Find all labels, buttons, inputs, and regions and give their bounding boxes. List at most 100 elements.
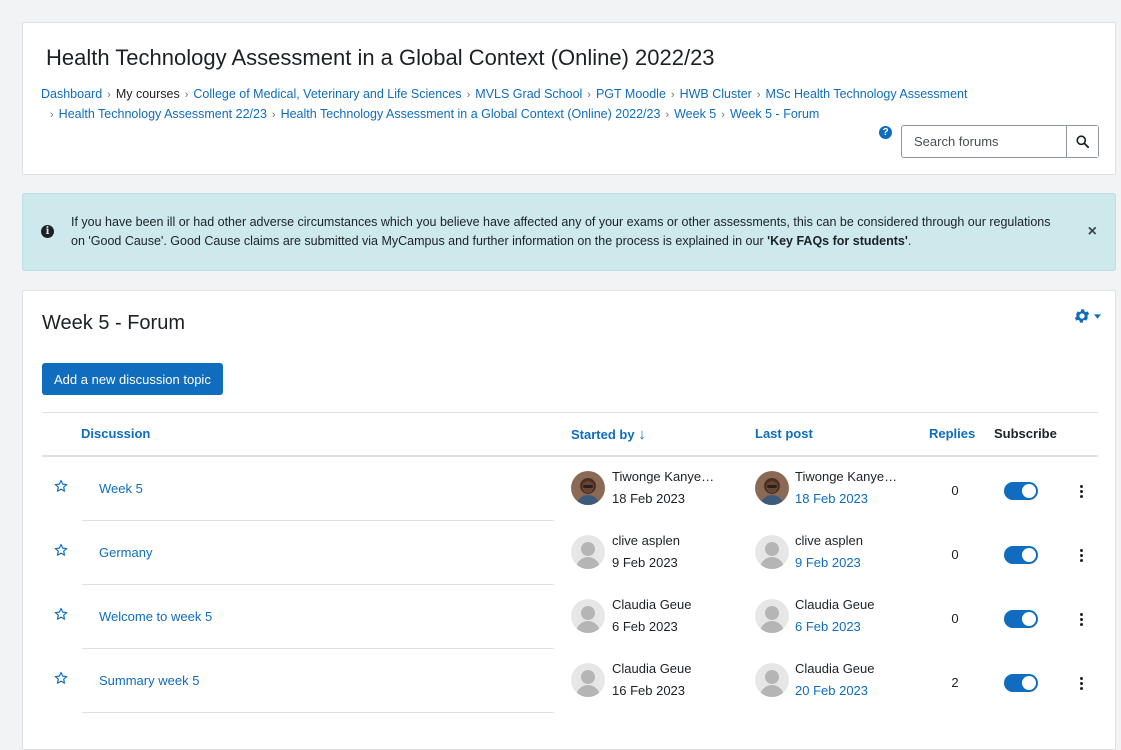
page-header: Health Technology Assessment in a Global… (22, 22, 1116, 175)
breadcrumb-separator: › (466, 89, 471, 101)
discussion-row: Week 5 Tiwonge Kanye… 18 Feb 2023 Tiwonge K… (42, 457, 1098, 521)
breadcrumb-item: My courses (115, 87, 180, 101)
breadcrumb-item[interactable]: Week 5 - Forum (730, 107, 819, 121)
column-subscribe: Subscribe (994, 426, 1057, 441)
row-divider (82, 712, 554, 713)
subscribe-toggle[interactable] (1004, 482, 1038, 500)
help-icon[interactable]: ? (879, 126, 892, 139)
caret-down-icon (1094, 313, 1101, 319)
subscribe-toggle[interactable] (1004, 610, 1038, 628)
breadcrumb-item[interactable]: MSc Health Technology Assessment (766, 87, 968, 101)
discussion-link[interactable]: Week 5 (99, 481, 143, 496)
toggle-knob (1022, 612, 1036, 626)
star-icon[interactable] (54, 543, 68, 560)
avatar[interactable] (571, 663, 605, 697)
breadcrumb-separator: › (665, 109, 670, 121)
column-last-post[interactable]: Last post (755, 426, 813, 441)
replies-count: 0 (951, 611, 959, 626)
breadcrumb-item[interactable]: Week 5 (674, 107, 716, 121)
started-by-name: Claudia Geue (612, 661, 692, 676)
replies-count: 0 (951, 547, 959, 562)
search-forums (901, 125, 1099, 158)
breadcrumb: Dashboard › My courses › College of Medical,… (41, 85, 1101, 125)
more-actions-icon[interactable] (1076, 609, 1086, 629)
gear-icon (1074, 309, 1090, 323)
breadcrumb-separator: › (184, 89, 189, 101)
key-faqs-link[interactable]: 'Key FAQs for students' (767, 234, 908, 248)
started-date: 9 Feb 2023 (612, 555, 678, 570)
started-date: 18 Feb 2023 (612, 491, 686, 506)
search-button[interactable] (1066, 126, 1098, 157)
started-date: 16 Feb 2023 (612, 683, 686, 698)
breadcrumb-item[interactable]: Dashboard (41, 87, 102, 101)
more-actions-icon[interactable] (1076, 673, 1086, 693)
divider (42, 412, 1098, 413)
discussion-row: Germany clive asplen 9 Feb 2023 clive asple… (42, 521, 1098, 585)
breadcrumb-line: Dashboard › My courses › College of Medical,… (41, 85, 1101, 105)
breadcrumb-item[interactable]: Health Technology Assessment 22/23 (59, 107, 267, 121)
forum-title: Week 5 - Forum (42, 312, 185, 334)
discussion-row: Summary week 5 Claudia Geue 16 Feb 2023 Cla… (42, 649, 1098, 713)
avatar[interactable] (571, 471, 605, 505)
subscribe-toggle[interactable] (1004, 546, 1038, 564)
more-actions-icon[interactable] (1076, 545, 1086, 565)
sort-descending-icon: ↓ (638, 426, 646, 443)
more-actions-icon[interactable] (1076, 481, 1086, 501)
breadcrumb-separator: › (756, 89, 761, 101)
search-input[interactable] (902, 126, 1066, 157)
forum-actions-menu[interactable] (1073, 307, 1101, 325)
search-icon (1076, 135, 1089, 148)
discussion-link[interactable]: Summary week 5 (99, 673, 199, 688)
last-post-date-link[interactable]: 20 Feb 2023 (795, 683, 868, 698)
subscribe-toggle[interactable] (1004, 674, 1038, 692)
star-icon[interactable] (54, 479, 68, 496)
avatar[interactable] (755, 663, 789, 697)
discussion-link[interactable]: Germany (99, 545, 152, 560)
last-post-date-link[interactable]: 18 Feb 2023 (795, 491, 868, 506)
last-post-author: Claudia Geue (795, 661, 875, 676)
discussion-link[interactable]: Welcome to week 5 (99, 609, 212, 624)
started-by-name: Claudia Geue (612, 597, 692, 612)
last-post-author: Claudia Geue (795, 597, 875, 612)
breadcrumb-item[interactable]: MVLS Grad School (475, 87, 582, 101)
breadcrumb-item[interactable]: College of Medical, Veterinary and Life … (193, 87, 461, 101)
breadcrumb-separator: › (670, 89, 675, 101)
close-alert-button[interactable]: × (1088, 223, 1097, 241)
toggle-knob (1022, 548, 1036, 562)
alert-text-end: . (907, 234, 912, 248)
last-post-author: clive asplen (795, 533, 863, 548)
star-icon[interactable] (54, 607, 68, 624)
column-discussion[interactable]: Discussion (81, 426, 150, 441)
column-replies[interactable]: Replies (929, 426, 975, 441)
info-icon: i (41, 225, 54, 238)
last-post-date-link[interactable]: 9 Feb 2023 (795, 555, 861, 570)
breadcrumb-separator: › (271, 109, 276, 121)
avatar[interactable] (571, 535, 605, 569)
toggle-knob (1022, 676, 1036, 690)
started-date: 6 Feb 2023 (612, 619, 678, 634)
breadcrumb-line: › Health Technology Assessment 22/23 › Heal… (41, 105, 1101, 125)
avatar[interactable] (755, 599, 789, 633)
good-cause-alert: i If you have been ill or had other adve… (22, 193, 1116, 271)
toggle-knob (1022, 484, 1036, 498)
breadcrumb-separator: › (107, 89, 111, 101)
replies-count: 0 (951, 483, 959, 498)
breadcrumb-item[interactable]: Health Technology Assessment in a Global… (281, 107, 661, 121)
last-post-date-link[interactable]: 6 Feb 2023 (795, 619, 861, 634)
column-started-by[interactable]: Started by ↓ (571, 426, 646, 443)
breadcrumb-separator: › (721, 109, 725, 121)
breadcrumb-item[interactable]: HWB Cluster (680, 87, 752, 101)
add-discussion-button[interactable]: Add a new discussion topic (42, 363, 223, 395)
breadcrumb-separator: › (50, 109, 54, 121)
breadcrumb-item[interactable]: PGT Moodle (596, 87, 666, 101)
avatar[interactable] (755, 535, 789, 569)
star-icon[interactable] (54, 671, 68, 688)
forum-panel: Week 5 - Forum Add a new discussion topi… (22, 290, 1116, 750)
page-title: Health Technology Assessment in a Global… (46, 45, 715, 70)
avatar[interactable] (755, 471, 789, 505)
avatar[interactable] (571, 599, 605, 633)
discussion-row: Welcome to week 5 Claudia Geue 6 Feb 2023 C… (42, 585, 1098, 649)
replies-count: 2 (951, 675, 959, 690)
last-post-author: Tiwonge Kanye… (795, 469, 898, 484)
breadcrumb-separator: › (587, 89, 591, 101)
